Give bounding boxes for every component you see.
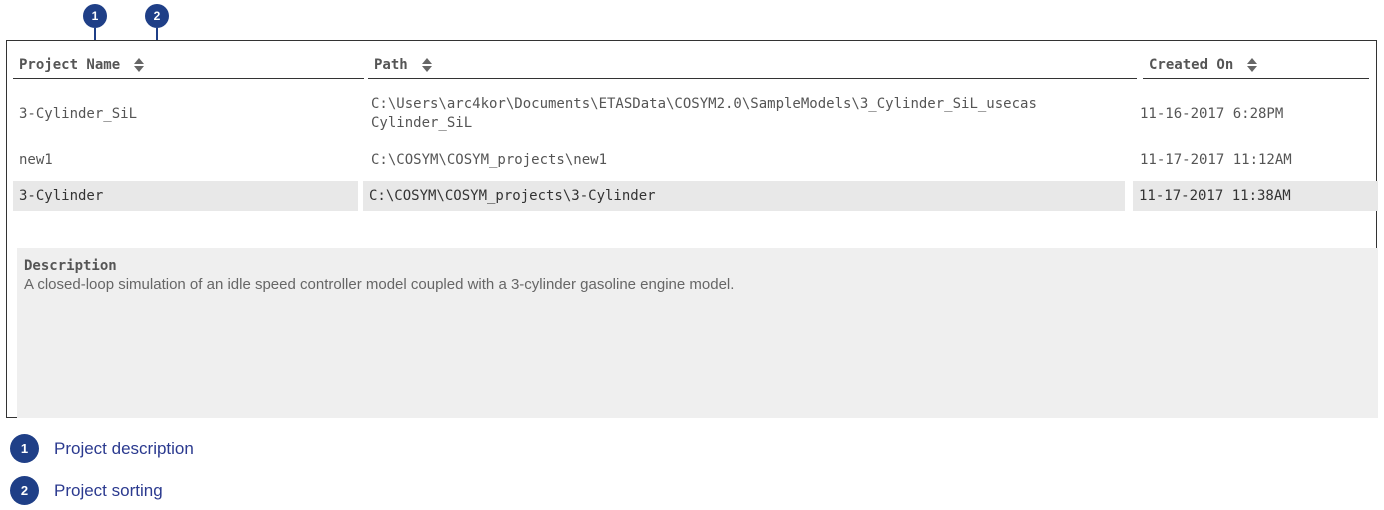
- table-row-1-path-line1: C:\Users\arc4kor\Documents\ETASData\COSY…: [371, 96, 1037, 112]
- legend-item-2-badge: 2: [10, 476, 39, 505]
- table-row-1-created[interactable]: 11-16-2017 6:28PM: [1134, 93, 1378, 135]
- callout-2-badge: 2: [145, 4, 169, 28]
- description-text: A closed-loop simulation of an idle spee…: [24, 276, 735, 293]
- column-header-path-label: Path: [374, 56, 408, 73]
- column-header-project-name[interactable]: Project Name: [13, 51, 364, 79]
- table-row-3-name[interactable]: 3-Cylinder: [13, 181, 358, 211]
- legend-item-1: 1 Project description: [10, 434, 194, 463]
- callout-1-badge: 1: [83, 4, 107, 28]
- legend-item-2: 2 Project sorting: [10, 476, 163, 505]
- table-row-3-created[interactable]: 11-17-2017 11:38AM: [1133, 181, 1378, 211]
- legend-item-1-label: Project description: [54, 438, 194, 458]
- table-row-2-path[interactable]: C:\COSYM\COSYM_projects\new1: [365, 146, 1133, 174]
- table-row-2-name[interactable]: new1: [13, 146, 358, 174]
- table-row-1-path[interactable]: C:\Users\arc4kor\Documents\ETASData\COSY…: [365, 93, 1133, 135]
- sort-arrows-icon[interactable]: [421, 57, 432, 72]
- description-title: Description: [24, 258, 117, 274]
- project-list-panel: Project Name Path Created On 3-Cylinder_…: [6, 40, 1378, 418]
- column-header-project-name-label: Project Name: [19, 56, 121, 73]
- table-row-1-path-line2: Cylinder_SiL: [371, 115, 473, 131]
- project-description-box: Description A closed-loop simulation of …: [17, 248, 1378, 418]
- table-row-1-name[interactable]: 3-Cylinder_SiL: [13, 93, 358, 135]
- table-row-3-path[interactable]: C:\COSYM\COSYM_projects\3-Cylinder: [363, 181, 1125, 211]
- column-header-created-on-label: Created On: [1149, 56, 1234, 73]
- table-row-2-created[interactable]: 11-17-2017 11:12AM: [1134, 146, 1378, 174]
- legend-item-2-label: Project sorting: [54, 480, 163, 500]
- column-header-path[interactable]: Path: [368, 51, 1137, 79]
- legend-item-1-badge: 1: [10, 434, 39, 463]
- column-header-created-on[interactable]: Created On: [1143, 51, 1369, 79]
- sort-arrows-icon[interactable]: [1247, 57, 1258, 72]
- sort-arrows-icon[interactable]: [134, 57, 145, 72]
